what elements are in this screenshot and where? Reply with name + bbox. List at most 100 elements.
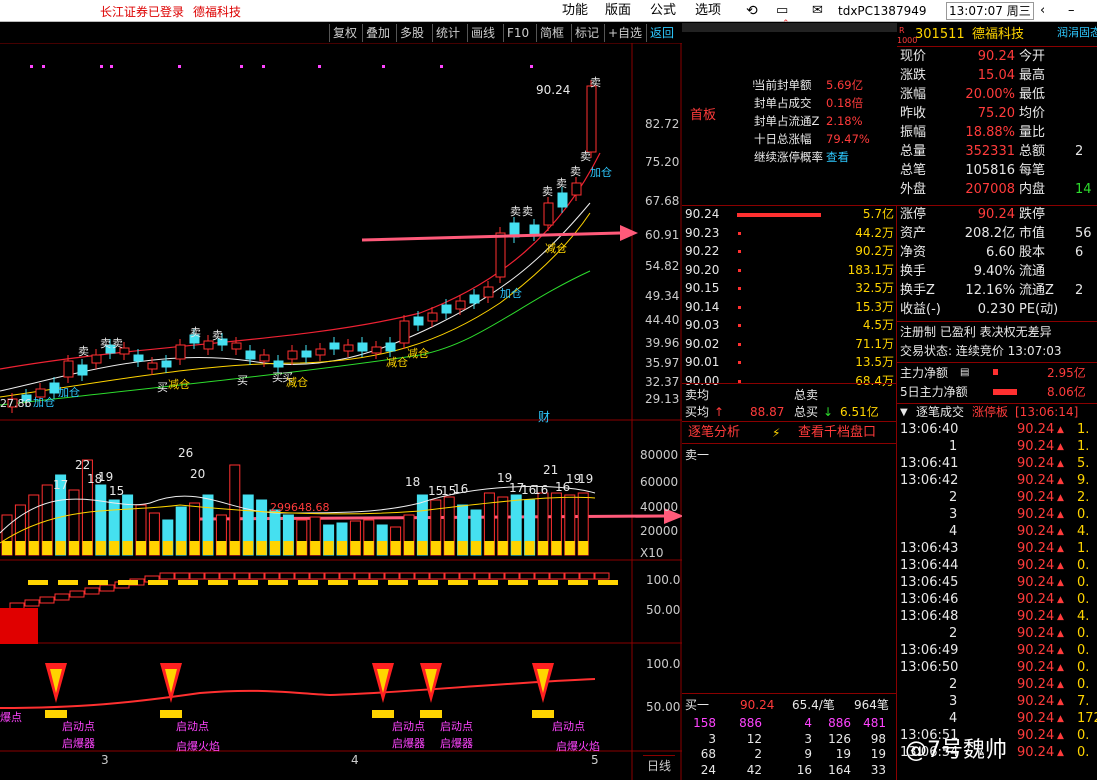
indicator-step — [234, 572, 250, 580]
concept-tag[interactable]: 润涓固态 — [1057, 26, 1097, 40]
indicator-tag — [508, 580, 528, 585]
candle-body — [287, 350, 298, 360]
signal-qidong: 启动点 — [62, 720, 95, 733]
collapse-icon[interactable]: ▼ — [900, 406, 908, 420]
monitor-icon[interactable]: ▭ — [776, 2, 788, 20]
annotation-arrowhead-upper — [620, 225, 638, 241]
mail-icon[interactable]: ✉ — [812, 2, 823, 20]
btn-draw[interactable]: 画线 — [467, 24, 498, 42]
tick-time: 3 — [949, 507, 958, 522]
volume-bar-inner — [457, 541, 468, 555]
indicator-tag — [208, 580, 228, 585]
btn-mark[interactable]: 标记 — [571, 24, 602, 42]
menu-formula[interactable]: 公式 — [650, 2, 676, 20]
volume-bar-inner — [511, 541, 522, 555]
menu-options[interactable]: 选项 — [695, 2, 721, 20]
buy-avg-label: 买均 — [685, 405, 710, 419]
bid-volume: 13.5万 — [855, 355, 894, 369]
indicator-2-line — [0, 678, 596, 709]
btn-stats[interactable]: 统计 — [432, 24, 463, 42]
tick-volume: 172. — [1077, 711, 1097, 726]
btn-overlay[interactable]: 叠加 — [362, 24, 393, 42]
tick-volume: 1. — [1077, 422, 1090, 437]
volume-bar-inner — [109, 541, 120, 555]
tick-time: 13:06:45 — [900, 575, 959, 590]
signal-qidong: 启动点 — [552, 720, 585, 733]
indicator-step — [489, 572, 505, 580]
news-marker[interactable]: 财 — [538, 410, 550, 424]
bid-price: 90.02 — [685, 336, 720, 351]
tick-time: 4 — [949, 524, 958, 539]
tick-volume: 0. — [1077, 626, 1090, 641]
bid-bar — [738, 361, 741, 364]
queue-cell: 42 — [746, 762, 762, 777]
limit-up-panel: ⌃ 首板 当前封单额 5.69亿 封单占成交 0.18倍 封单占流通Z 2.18% 十日总涨… — [682, 19, 897, 206]
chart-icon[interactable]: ▤ — [960, 366, 969, 380]
menu-layout[interactable]: 版面 — [605, 2, 631, 20]
btn-back[interactable]: 返回 — [646, 24, 677, 42]
candle-body — [343, 344, 354, 352]
candle-body — [231, 342, 242, 350]
signal-mai: 卖 — [522, 205, 533, 218]
quote-value: 207008 — [965, 182, 1015, 197]
queue-cell: 12 — [746, 731, 762, 746]
indicator-step — [504, 572, 520, 580]
signal-mai: 卖 — [542, 185, 553, 198]
queue-cell: 98 — [870, 731, 886, 746]
bid-bar — [738, 305, 741, 309]
refresh-icon[interactable]: ⟲ — [746, 2, 758, 20]
bid-bar — [738, 250, 741, 253]
first-board-tag: 首板 — [690, 108, 717, 123]
btn-fuquan[interactable]: 复权 — [329, 24, 360, 42]
volume-bar-inner — [122, 541, 133, 555]
tick-up-arrow: ▲ — [1057, 663, 1064, 673]
limit-stat-value[interactable]: 查看 — [826, 150, 849, 164]
flame-base — [420, 710, 442, 718]
tick-up-arrow: ▲ — [1057, 697, 1064, 707]
queue-cell: 4 — [804, 716, 812, 730]
tab-tick-analysis[interactable]: 逐笔分析 — [688, 426, 740, 440]
tab-thousand-depth[interactable]: 查看千档盘口 — [798, 426, 876, 440]
candle-body — [529, 224, 540, 236]
tick-volume: 4. — [1077, 524, 1090, 539]
bid-price: 90.20 — [685, 262, 720, 277]
price-axis-label: 35.97 — [645, 356, 680, 370]
current-stock-name: 德福科技 — [193, 5, 242, 19]
btn-f10[interactable]: F10 — [503, 24, 532, 42]
quote-value: 15.04 — [977, 68, 1015, 83]
tick-volume: 0. — [1077, 745, 1090, 760]
quote-value: 12.16% — [965, 283, 1015, 298]
volume-peak-label: 22 — [75, 458, 91, 472]
tick-price: 90.24 — [1017, 524, 1055, 539]
flame-base — [532, 710, 554, 718]
tick-up-arrow: ▲ — [1057, 578, 1064, 588]
btn-simple[interactable]: 简框 — [536, 24, 567, 42]
tick-time: 1 — [949, 439, 958, 454]
back-arrow-icon[interactable]: ‹ — [1040, 2, 1045, 20]
limit-stat-label: 封单占成交 — [754, 96, 812, 110]
indicator-tag — [298, 580, 318, 585]
price-axis-label: 82.72 — [645, 117, 680, 131]
price-axis-label: 60.91 — [645, 228, 680, 242]
tick-up-arrow: ▲ — [1057, 544, 1064, 554]
menu-function[interactable]: 功能 — [562, 2, 588, 20]
quote-label: 跌停 — [1019, 207, 1046, 222]
signal-baodian: 爆点 — [0, 711, 22, 724]
indicator-step — [399, 572, 415, 580]
indicator-step — [24, 599, 40, 607]
bid-bar — [738, 268, 741, 272]
signal-buy: 买 — [237, 374, 248, 387]
indicator-step — [249, 572, 265, 580]
volume-bar-inner — [270, 541, 280, 555]
marker-dot — [30, 65, 33, 68]
period-selector[interactable]: 日线 — [643, 755, 676, 775]
indicator-step — [39, 596, 55, 604]
quote-panel: R 1000 301511 德福科技 润涓固态 现价 90.24 今开 涨跌 15.04… — [897, 23, 1097, 780]
bid-bar — [737, 213, 821, 217]
minimize-icon[interactable]: – — [1068, 2, 1075, 20]
queue-cell: 3 — [804, 731, 812, 746]
tick-up-arrow: ▲ — [1057, 476, 1064, 486]
btn-add-watch[interactable]: +自选 — [604, 24, 645, 42]
btn-multi[interactable]: 多股 — [396, 24, 427, 42]
panel-handle[interactable]: ⌃ — [682, 19, 897, 32]
